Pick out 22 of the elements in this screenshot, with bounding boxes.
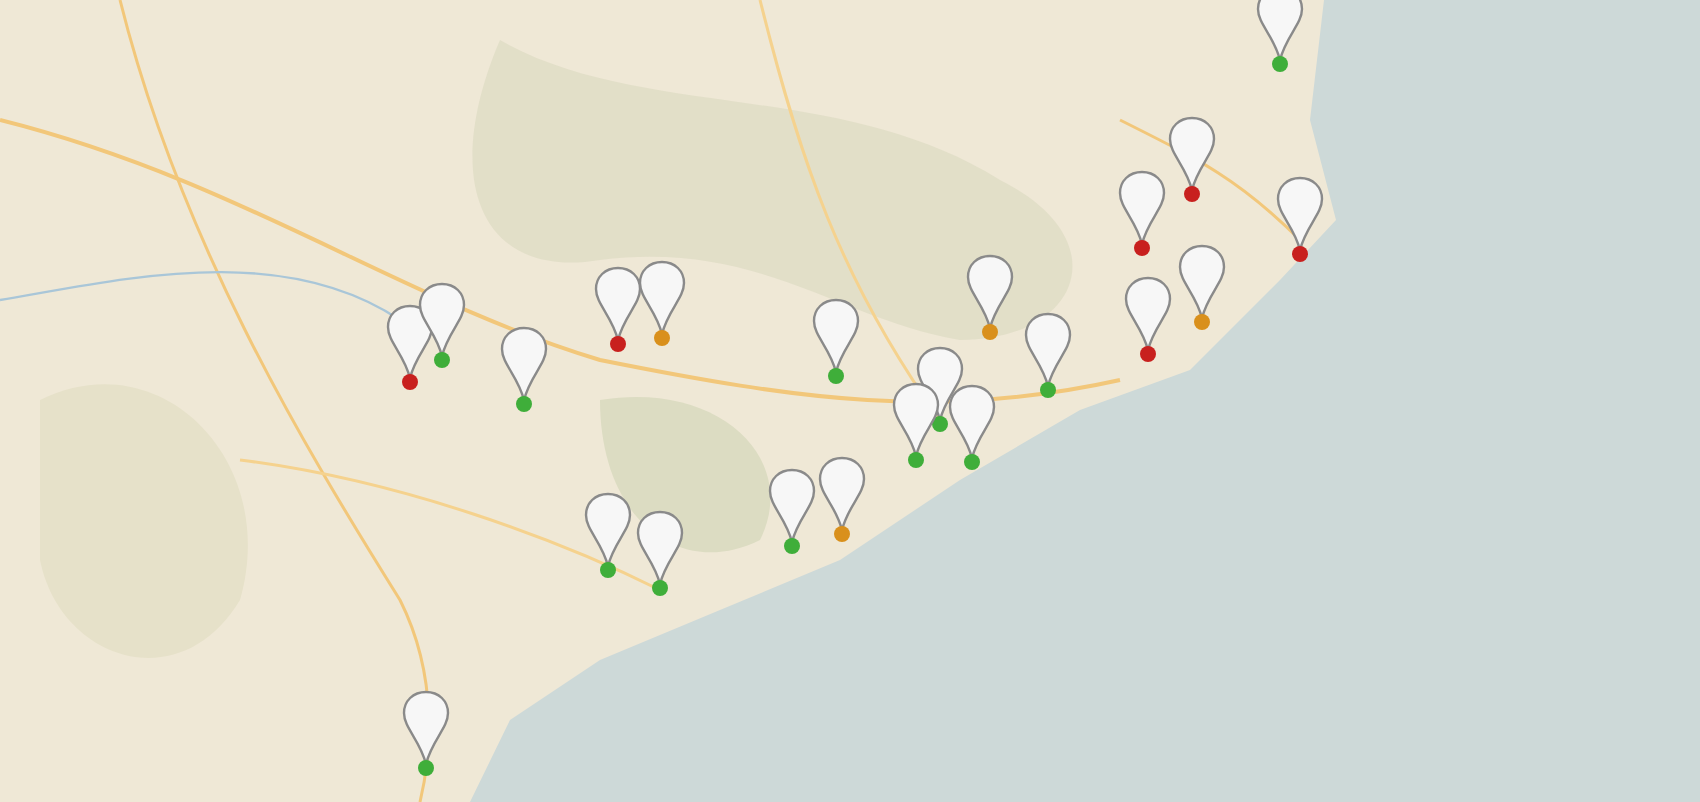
map-pin-icon[interactable] bbox=[812, 298, 860, 374]
map-pin-icon[interactable] bbox=[892, 382, 940, 458]
map-pin-icon[interactable] bbox=[638, 260, 686, 336]
map-pin-icon[interactable] bbox=[1024, 312, 1072, 388]
map-pin-icon[interactable] bbox=[1118, 170, 1166, 246]
map-pin-icon[interactable] bbox=[500, 326, 548, 402]
map-pin-icon[interactable] bbox=[402, 690, 450, 766]
map-pin-icon[interactable] bbox=[948, 384, 996, 460]
map-pin-icon[interactable] bbox=[818, 456, 866, 532]
map-pin-icon[interactable] bbox=[584, 492, 632, 568]
map-pin-icon[interactable] bbox=[1276, 176, 1324, 252]
map-pin-icon[interactable] bbox=[916, 346, 964, 422]
map-pin-icon[interactable] bbox=[768, 468, 816, 544]
map-pin-icon[interactable] bbox=[1256, 0, 1304, 62]
map-pin-icon[interactable] bbox=[386, 304, 434, 380]
map-pin-icon[interactable] bbox=[1178, 244, 1226, 320]
map-pin-icon[interactable] bbox=[1168, 116, 1216, 192]
map-pin-icon[interactable] bbox=[966, 254, 1014, 330]
map-pin-icon[interactable] bbox=[1124, 276, 1172, 352]
map-pin-icon[interactable] bbox=[594, 266, 642, 342]
map-pin-icon[interactable] bbox=[418, 282, 466, 358]
map-pin-icon[interactable] bbox=[636, 510, 684, 586]
